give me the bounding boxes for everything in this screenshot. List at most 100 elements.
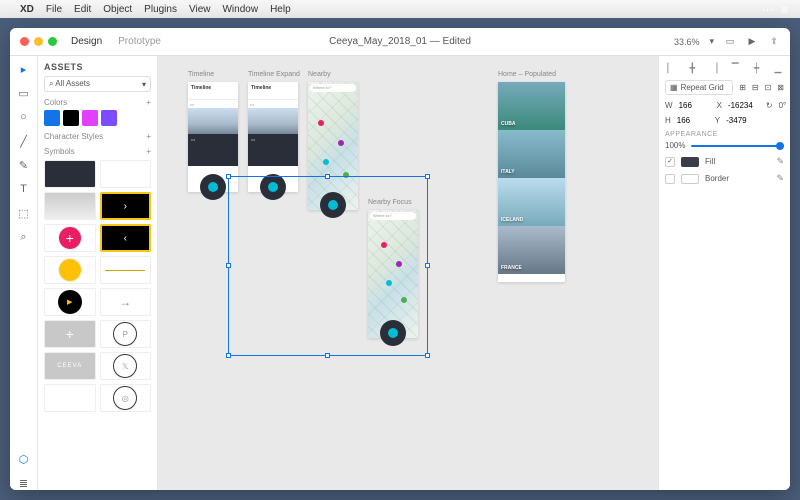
opacity-value[interactable]: 100%: [665, 141, 685, 150]
align-center-h-icon[interactable]: ╋: [686, 62, 698, 74]
artboard-timeline[interactable]: Timeline Timeline ••• •••: [188, 82, 238, 192]
symbol-thumb[interactable]: [44, 384, 96, 412]
menu-plugins[interactable]: Plugins: [144, 4, 177, 15]
menu-view[interactable]: View: [189, 4, 211, 15]
close-window-button[interactable]: [20, 37, 29, 46]
align-left-icon[interactable]: ▏: [665, 62, 677, 74]
symbol-thumb[interactable]: ▶: [44, 288, 96, 316]
align-top-icon[interactable]: ▔: [729, 62, 741, 74]
x-input[interactable]: [728, 101, 760, 110]
menu-window[interactable]: Window: [222, 4, 258, 15]
fill-checkbox[interactable]: [665, 157, 675, 167]
artboard-home[interactable]: Home – Populated CUBA ITALY ICELAND FRAN…: [498, 82, 565, 282]
symbol-thumb[interactable]: +: [44, 320, 96, 348]
tool-column: ▸ ▭ ○ ╱ ✎ T ⬚ ⌕ ⬡ ≣: [10, 56, 38, 490]
artboard-label[interactable]: Nearby Focus: [368, 199, 412, 206]
symbol-thumb[interactable]: +: [44, 224, 96, 252]
intersect-icon[interactable]: ⊡: [765, 83, 772, 92]
fab-icon: [260, 174, 286, 200]
artboard-label[interactable]: Timeline: [188, 71, 214, 78]
subtract-icon[interactable]: ⊟: [752, 83, 759, 92]
assets-filter-dropdown[interactable]: ⌕ All Assets▾: [44, 76, 151, 92]
artboard-header: Timeline: [248, 82, 298, 100]
card-label: ICELAND: [501, 217, 523, 223]
rectangle-tool-icon[interactable]: ▭: [17, 86, 31, 100]
artboard-nearby-focus[interactable]: Nearby Focus Where to?: [368, 210, 418, 338]
border-checkbox[interactable]: [665, 174, 675, 184]
menu-object[interactable]: Object: [103, 4, 132, 15]
menu-help[interactable]: Help: [270, 4, 291, 15]
tab-prototype[interactable]: Prototype: [118, 36, 161, 47]
height-input[interactable]: [677, 116, 709, 125]
artboard-tool-icon[interactable]: ⬚: [17, 206, 31, 220]
add-icon[interactable]: ⊞: [739, 83, 746, 92]
align-right-icon[interactable]: ▕: [708, 62, 720, 74]
align-center-v-icon[interactable]: ┿: [751, 62, 763, 74]
symbol-thumb[interactable]: ‹: [100, 224, 152, 252]
artboard-nearby[interactable]: Nearby Where to?: [308, 82, 358, 210]
symbol-thumb[interactable]: 𝕏: [100, 352, 152, 380]
artboard-timeline-expand[interactable]: Timeline Expand Timeline ••• •••: [248, 82, 298, 192]
zoom-level[interactable]: 33.6%: [674, 37, 700, 47]
rotation-value[interactable]: 0°: [779, 101, 787, 110]
height-label: H: [665, 116, 671, 125]
symbol-thumb[interactable]: ◎: [100, 384, 152, 412]
canvas[interactable]: Timeline Timeline ••• ••• Timeline Expan…: [158, 56, 658, 490]
color-swatch[interactable]: [63, 110, 79, 126]
share-icon[interactable]: ⇪: [768, 36, 780, 48]
color-swatch[interactable]: [101, 110, 117, 126]
symbol-thumb[interactable]: P: [100, 320, 152, 348]
symbol-thumb[interactable]: [44, 160, 96, 188]
repeat-grid-button[interactable]: ▦ Repeat Grid: [665, 80, 733, 95]
fab-icon: [380, 320, 406, 346]
fill-label: Fill: [705, 157, 715, 166]
select-tool-icon[interactable]: ▸: [17, 62, 31, 76]
ellipse-tool-icon[interactable]: ○: [17, 110, 31, 124]
menu-edit[interactable]: Edit: [74, 4, 91, 15]
symbol-thumb[interactable]: CEEVA: [44, 352, 96, 380]
opacity-slider[interactable]: [691, 145, 784, 147]
macos-menubar: XD File Edit Object Plugins View Window …: [0, 0, 800, 18]
minimize-window-button[interactable]: [34, 37, 43, 46]
play-preview-icon[interactable]: ▶: [746, 36, 758, 48]
border-label: Border: [705, 174, 729, 183]
maximize-window-button[interactable]: [48, 37, 57, 46]
assets-toggle-icon[interactable]: ⬡: [17, 452, 31, 466]
pen-tool-icon[interactable]: ✎: [17, 158, 31, 172]
text-tool-icon[interactable]: T: [17, 182, 31, 196]
card-label: FRANCE: [501, 265, 522, 271]
symbol-thumb[interactable]: [100, 288, 152, 316]
menu-file[interactable]: File: [46, 4, 62, 15]
symbol-thumb[interactable]: [44, 256, 96, 284]
width-input[interactable]: [679, 101, 711, 110]
add-color-button[interactable]: +: [146, 98, 151, 107]
add-symbol-button[interactable]: +: [146, 147, 151, 156]
exclude-icon[interactable]: ⊠: [777, 83, 784, 92]
border-swatch[interactable]: [681, 174, 699, 184]
color-swatch[interactable]: [44, 110, 60, 126]
zoom-chevron-icon[interactable]: ▾: [709, 36, 714, 47]
menubar-extras-icon[interactable]: ⋯ ≡: [762, 3, 790, 17]
line-tool-icon[interactable]: ╱: [17, 134, 31, 148]
width-label: W: [665, 101, 673, 110]
symbol-thumb[interactable]: ›: [100, 192, 152, 220]
color-swatch[interactable]: [82, 110, 98, 126]
y-input[interactable]: [726, 116, 758, 125]
artboard-label[interactable]: Nearby: [308, 71, 331, 78]
align-bottom-icon[interactable]: ▁: [772, 62, 784, 74]
layers-toggle-icon[interactable]: ≣: [17, 476, 31, 490]
add-charstyle-button[interactable]: +: [146, 132, 151, 141]
symbol-thumb[interactable]: [44, 192, 96, 220]
symbol-thumb[interactable]: [100, 160, 152, 188]
zoom-tool-icon[interactable]: ⌕: [17, 230, 31, 244]
artboard-label[interactable]: Home – Populated: [498, 71, 556, 78]
tab-design[interactable]: Design: [71, 36, 102, 47]
device-preview-icon[interactable]: ▭: [724, 36, 736, 48]
symbol-thumb[interactable]: [100, 256, 152, 284]
fill-swatch[interactable]: [681, 157, 699, 167]
artboard-label[interactable]: Timeline Expand: [248, 71, 300, 78]
app-menu[interactable]: XD: [20, 4, 34, 15]
eyedropper-icon[interactable]: ✎: [776, 173, 784, 184]
eyedropper-icon[interactable]: ✎: [776, 156, 784, 167]
rotate-icon[interactable]: ↻: [766, 101, 773, 110]
